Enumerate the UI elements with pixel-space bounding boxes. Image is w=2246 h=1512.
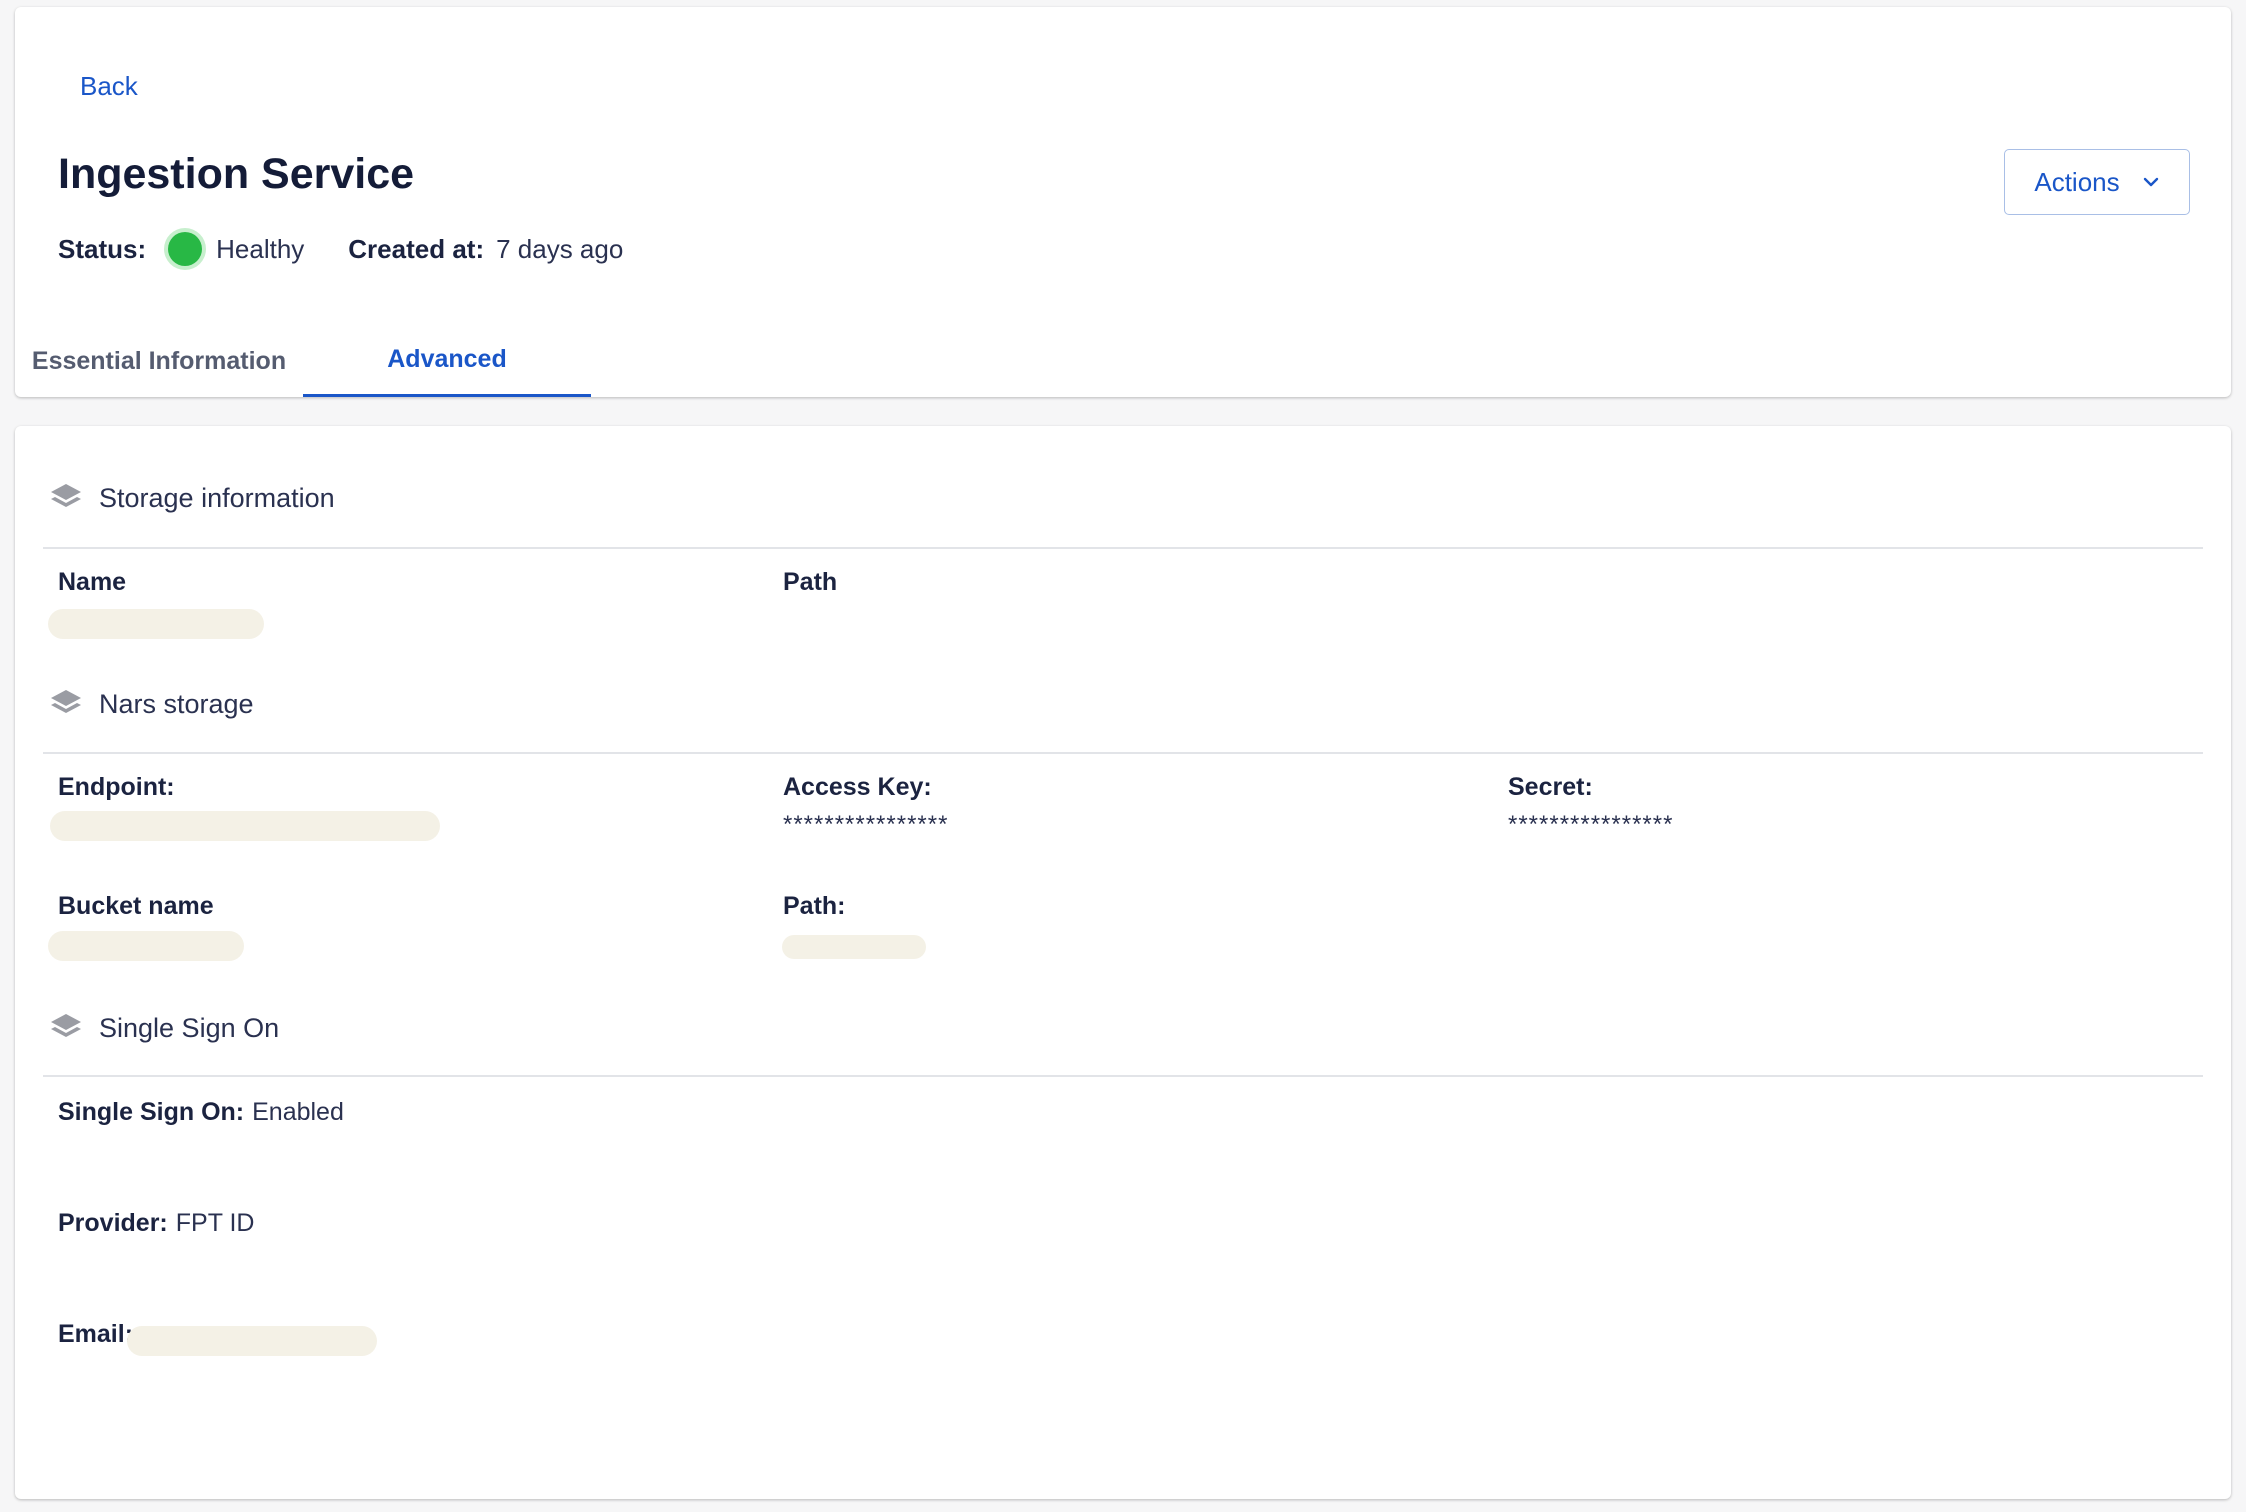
bucket-name-value-redacted — [48, 931, 244, 961]
sso-section-title: Single Sign On — [99, 1012, 280, 1043]
storage-path-label: Path — [783, 568, 838, 596]
nars-path-value-redacted — [782, 935, 926, 959]
nars-section-title: Nars storage — [99, 688, 254, 719]
storage-name-value-redacted — [48, 609, 264, 639]
page-title: Ingestion Service — [58, 150, 415, 198]
storage-section-title: Storage information — [99, 482, 335, 513]
created-at-value: 7 days ago — [496, 233, 624, 264]
nars-section-header: Nars storage — [48, 679, 254, 729]
storage-section-header: Storage information — [48, 473, 335, 523]
sso-email-label: Email: — [58, 1320, 134, 1348]
endpoint-value-redacted — [50, 811, 440, 841]
tab-essential-information[interactable]: Essential Information — [15, 325, 303, 397]
sso-provider-label: Provider: — [58, 1209, 168, 1237]
sso-section-header: Single Sign On — [48, 1003, 279, 1053]
layers-icon — [51, 1014, 81, 1037]
endpoint-label: Endpoint: — [58, 773, 175, 801]
tab-advanced[interactable]: Advanced — [303, 325, 591, 397]
service-header-card: Back Ingestion Service Status: Healthy C… — [15, 7, 2231, 397]
sso-status-value: Enabled — [252, 1098, 344, 1126]
layers-icon — [51, 690, 81, 713]
back-link[interactable]: Back — [80, 71, 138, 102]
sso-provider-value: FPT ID — [175, 1209, 255, 1237]
section-divider — [43, 752, 2203, 754]
layers-icon — [51, 484, 81, 507]
chevron-down-icon — [2143, 177, 2158, 187]
status-label: Status: — [58, 233, 147, 264]
service-meta-row: Status: Healthy Created at: 7 days ago — [58, 226, 623, 272]
advanced-content-card: Storage information Name Path Nars stora… — [15, 426, 2231, 1499]
actions-label: Actions — [2034, 166, 2120, 197]
sso-status-field: Single Sign On: Enabled — [58, 1098, 344, 1127]
sso-email-value-redacted — [127, 1326, 377, 1356]
storage-name-label: Name — [58, 568, 127, 596]
access-key-label: Access Key: — [783, 773, 932, 801]
nars-path-label: Path: — [783, 892, 846, 920]
secret-label: Secret: — [1508, 773, 1593, 801]
sso-provider-field: Provider: FPT ID — [58, 1209, 254, 1238]
section-divider — [43, 1075, 2203, 1077]
section-divider — [43, 547, 2203, 549]
sso-status-label: Single Sign On: — [58, 1098, 245, 1126]
created-at-label: Created at: — [348, 233, 485, 264]
detail-tabs: Essential Information Advanced — [15, 325, 2231, 397]
secret-value: **************** — [1508, 811, 1674, 838]
access-key-value: **************** — [783, 811, 949, 838]
status-healthy-icon — [168, 232, 203, 266]
bucket-name-label: Bucket name — [58, 892, 214, 920]
actions-dropdown-button[interactable]: Actions — [2004, 149, 2190, 215]
status-value: Healthy — [216, 233, 305, 264]
